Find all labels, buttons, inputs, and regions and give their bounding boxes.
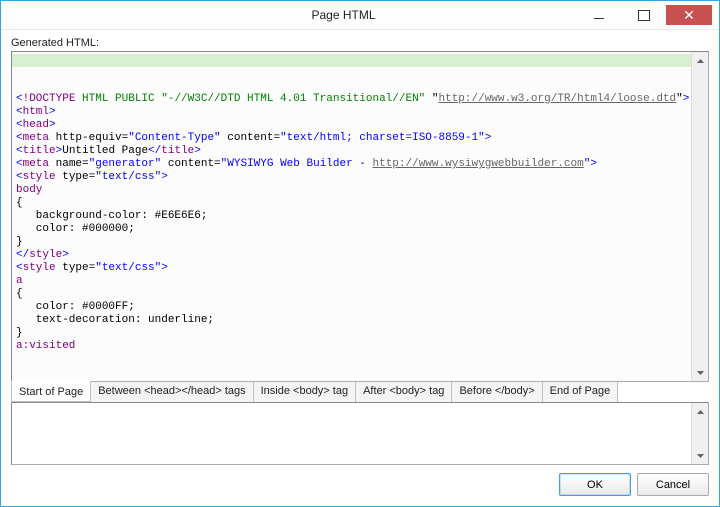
- current-line-highlight: [12, 54, 691, 67]
- code-line: a: [16, 275, 687, 288]
- minimize-button[interactable]: [576, 5, 621, 25]
- scroll-up-button[interactable]: [692, 403, 708, 420]
- code-line: <!DOCTYPE HTML PUBLIC "-//W3C//DTD HTML …: [16, 93, 687, 106]
- code-line: </style>: [16, 249, 687, 262]
- tab-between-head-head-tags[interactable]: Between <head></head> tags: [90, 382, 253, 403]
- close-button[interactable]: ✕: [666, 5, 712, 25]
- generated-html-label: Generated HTML:: [11, 37, 709, 49]
- chevron-down-icon: [697, 454, 704, 458]
- tab-start-of-page[interactable]: Start of Page: [11, 381, 91, 402]
- maximize-button[interactable]: [621, 5, 666, 25]
- generated-html-viewer: <!DOCTYPE HTML PUBLIC "-//W3C//DTD HTML …: [11, 51, 709, 382]
- chevron-up-icon: [697, 59, 704, 63]
- code-line: <style type="text/css">: [16, 262, 687, 275]
- tab-before-body[interactable]: Before </body>: [451, 382, 542, 403]
- ok-button[interactable]: OK: [559, 473, 631, 496]
- editor-textarea[interactable]: [12, 403, 691, 464]
- code-line: {: [16, 197, 687, 210]
- code-line: }: [16, 236, 687, 249]
- code-line: background-color: #E6E6E6;: [16, 210, 687, 223]
- client-area: Generated HTML: <!DOCTYPE HTML PUBLIC "-…: [1, 30, 719, 506]
- code-line: body: [16, 184, 687, 197]
- scrollbar-track[interactable]: [692, 420, 708, 447]
- tab-inside-body-tag[interactable]: Inside <body> tag: [253, 382, 356, 403]
- scrollbar-track[interactable]: [692, 69, 708, 364]
- vertical-scrollbar[interactable]: [691, 52, 708, 381]
- tab-end-of-page[interactable]: End of Page: [542, 382, 619, 403]
- code-line: <meta name="generator" content="WYSIWYG …: [16, 158, 687, 171]
- window-controls: ✕: [576, 5, 719, 25]
- custom-html-editor: [11, 402, 709, 465]
- scroll-down-button[interactable]: [692, 364, 708, 381]
- dialog-window: Page HTML ✕ Generated HTML: <!DOCTYPE HT…: [0, 0, 720, 507]
- code-line: <meta http-equiv="Content-Type" content=…: [16, 132, 687, 145]
- cancel-button[interactable]: Cancel: [637, 473, 709, 496]
- editor-scrollbar[interactable]: [691, 403, 708, 464]
- chevron-down-icon: [697, 371, 704, 375]
- scroll-up-button[interactable]: [692, 52, 708, 69]
- window-title: Page HTML: [111, 8, 576, 22]
- chevron-up-icon: [697, 410, 704, 414]
- code-lines: <!DOCTYPE HTML PUBLIC "-//W3C//DTD HTML …: [16, 93, 687, 353]
- code-line: color: #0000FF;: [16, 301, 687, 314]
- code-line: {: [16, 288, 687, 301]
- code-line: <html>: [16, 106, 687, 119]
- code-line: color: #000000;: [16, 223, 687, 236]
- title-bar[interactable]: Page HTML ✕: [1, 1, 719, 30]
- tab-after-body-tag[interactable]: After <body> tag: [355, 382, 452, 403]
- code-line: <head>: [16, 119, 687, 132]
- code-line: <style type="text/css">: [16, 171, 687, 184]
- scroll-down-button[interactable]: [692, 447, 708, 464]
- insertion-point-tabs: Start of PageBetween <head></head> tagsI…: [11, 382, 709, 403]
- close-icon: ✕: [683, 8, 695, 22]
- code-line: a:visited: [16, 340, 687, 353]
- code-line: <title>Untitled Page</title>: [16, 145, 687, 158]
- dialog-buttons: OK Cancel: [11, 473, 709, 496]
- code-content[interactable]: <!DOCTYPE HTML PUBLIC "-//W3C//DTD HTML …: [12, 52, 691, 381]
- code-line: }: [16, 327, 687, 340]
- code-line: text-decoration: underline;: [16, 314, 687, 327]
